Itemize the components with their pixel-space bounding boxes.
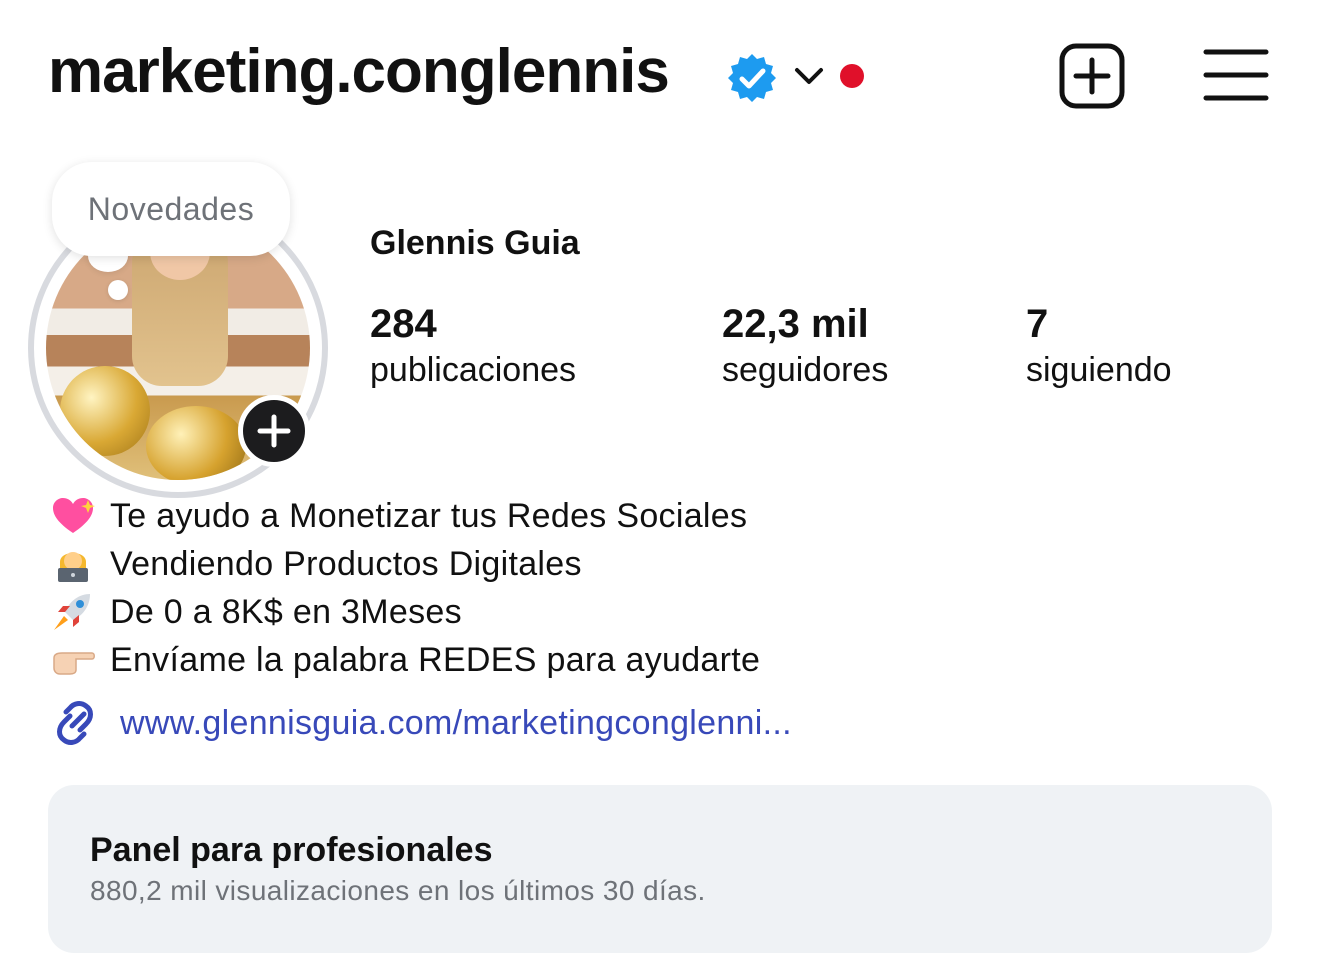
followers-count[interactable]: 22,3 mil seguidores [722, 302, 888, 394]
professional-dashboard-title: Panel para profesionales [90, 831, 493, 869]
bio-text: Vendiendo Productos Digitales [110, 544, 582, 583]
bio-text: Envíame la palabra REDES para ayudarte [110, 640, 761, 679]
rocket-icon [54, 594, 90, 630]
professional-dashboard-card[interactable]: Panel para profesionales 880,2 mil visua… [48, 785, 1272, 953]
bio-text: Te ayudo a Monetizar tus Redes Sociales [110, 496, 748, 535]
bio-text: De 0 a 8K$ en 3Meses [110, 592, 462, 631]
note-bubble-text: Novedades [87, 190, 255, 227]
top-bar: marketing.conglennis [0, 0, 1320, 150]
bio-line: Envíame la palabra REDES para ayudarte [50, 636, 760, 684]
followers-count-label: seguidores [722, 351, 889, 389]
person-laptop-icon [58, 552, 88, 582]
bio-line: De 0 a 8K$ en 3Meses [50, 588, 760, 636]
following-count[interactable]: 7 siguiendo [1026, 302, 1172, 394]
pointing-hand-icon [53, 652, 95, 675]
posts-count[interactable]: 284 publicaciones [370, 302, 576, 394]
add-story-plus-icon[interactable] [238, 395, 310, 467]
create-post-button[interactable] [1058, 42, 1126, 110]
sparkling-heart-icon [53, 498, 95, 533]
bio-line: Te ayudo a Monetizar tus Redes Sociales [50, 492, 760, 540]
followers-count-value: 22,3 mil [722, 302, 869, 346]
chevron-down-icon[interactable] [792, 62, 826, 90]
bio-line: Vendiendo Productos Digitales [50, 540, 760, 588]
following-count-label: siguiendo [1026, 351, 1172, 389]
profile-full-name: Glennis Guia [370, 224, 580, 262]
verified-badge-icon [728, 54, 776, 102]
posts-count-value: 284 [370, 302, 437, 346]
following-count-value: 7 [1026, 302, 1049, 346]
note-bubble-tail-dot [108, 280, 128, 300]
professional-dashboard-subtitle: 880,2 mil visualizaciones en los últimos… [90, 875, 706, 906]
profile-link-url[interactable]: www.glennisguia.com/marketingconglenni..… [120, 704, 792, 743]
notification-dot [840, 64, 864, 88]
posts-count-label: publicaciones [370, 351, 577, 389]
hamburger-menu-icon[interactable] [1202, 46, 1270, 104]
profile-link[interactable]: www.glennisguia.com/marketingconglenni..… [48, 696, 792, 750]
profile-bio: Te ayudo a Monetizar tus Redes Sociales … [50, 492, 760, 684]
profile-avatar[interactable] [28, 198, 328, 498]
link-icon [57, 701, 93, 745]
username-switcher[interactable]: marketing.conglennis [48, 36, 670, 107]
note-bubble[interactable]: Novedades [52, 162, 290, 256]
